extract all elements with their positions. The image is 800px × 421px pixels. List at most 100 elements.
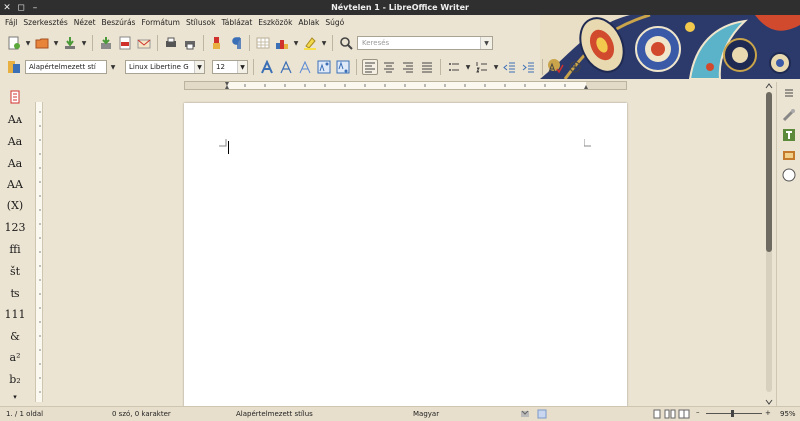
- align-justify-icon[interactable]: [419, 59, 435, 75]
- save-dropdown-icon[interactable]: ▼: [81, 35, 87, 51]
- menu-window[interactable]: Ablak: [296, 18, 323, 27]
- minimize-window-button[interactable]: –: [28, 0, 42, 15]
- search-input[interactable]: Keresés ▼: [357, 36, 493, 50]
- insert-table-icon[interactable]: [255, 35, 271, 51]
- zoom-out-button[interactable]: –: [696, 408, 700, 416]
- menu-file[interactable]: Fájl: [3, 18, 21, 27]
- char-item-12[interactable]: a²: [3, 348, 27, 366]
- font-size-dropdown-icon[interactable]: ▼: [237, 61, 247, 73]
- word-count: 0 szó, 0 karakter: [112, 410, 171, 418]
- bullet-list-dropdown-icon[interactable]: ▼: [465, 59, 471, 75]
- open-dropdown-icon[interactable]: ▼: [53, 35, 59, 51]
- bold-a-icon[interactable]: [259, 59, 275, 75]
- font-name-dropdown-icon[interactable]: ▼: [194, 61, 204, 73]
- gallery-icon[interactable]: [782, 148, 796, 162]
- insert-special-icon[interactable]: [567, 59, 583, 75]
- single-page-view-icon[interactable]: [652, 409, 662, 421]
- page-style-status[interactable]: Alapértelmezett stílus: [236, 410, 313, 418]
- document-area[interactable]: [46, 93, 764, 406]
- navigator-icon[interactable]: [782, 168, 796, 182]
- increase-indent-icon[interactable]: [521, 59, 537, 75]
- numbered-list-dropdown-icon[interactable]: ▼: [493, 59, 499, 75]
- highlight-icon[interactable]: [302, 35, 318, 51]
- subscript-icon[interactable]: [335, 59, 351, 75]
- paragraph-style-combo[interactable]: Alapértelmezett stí: [25, 60, 107, 74]
- menu-edit[interactable]: Szerkesztés: [21, 18, 71, 27]
- send-icon[interactable]: [136, 35, 152, 51]
- paragraph-style-dropdown-icon[interactable]: ▼: [110, 59, 116, 75]
- align-left-icon[interactable]: [362, 59, 378, 75]
- new-document-icon[interactable]: [6, 35, 22, 51]
- export-icon[interactable]: [98, 35, 114, 51]
- menu-tools[interactable]: Eszközök: [256, 18, 296, 27]
- horizontal-ruler[interactable]: [184, 81, 627, 90]
- zoom-slider-knob[interactable]: [731, 410, 734, 417]
- save-icon[interactable]: [62, 35, 78, 51]
- char-item-13[interactable]: b₂: [3, 370, 27, 388]
- insert-image-dropdown-icon[interactable]: ▼: [293, 35, 299, 51]
- char-item-2[interactable]: Aa: [3, 132, 27, 150]
- paragraph-style-value: Alapértelmezett stí: [29, 63, 96, 71]
- restore-window-button[interactable]: ◻: [14, 0, 28, 15]
- italic-a-icon[interactable]: [278, 59, 294, 75]
- insert-image-icon[interactable]: [274, 35, 290, 51]
- decrease-indent-icon[interactable]: [502, 59, 518, 75]
- menu-format[interactable]: Formátum: [139, 18, 184, 27]
- open-folder-icon[interactable]: [34, 35, 50, 51]
- clone-formatting-icon[interactable]: [209, 35, 225, 51]
- char-item-5[interactable]: (X): [3, 196, 27, 214]
- char-item-9[interactable]: ʦ: [3, 284, 27, 302]
- menu-help[interactable]: Súgó: [323, 18, 348, 27]
- font-size-combo[interactable]: 12 ▼: [212, 60, 248, 74]
- char-item-4[interactable]: AA: [3, 175, 27, 193]
- menu-table[interactable]: Táblázat: [219, 18, 256, 27]
- scroll-up-icon[interactable]: [764, 82, 774, 90]
- properties-icon[interactable]: [782, 108, 796, 122]
- outline-a-icon[interactable]: [297, 59, 313, 75]
- char-item-1[interactable]: Aᴀ: [3, 110, 27, 128]
- export-pdf-icon[interactable]: [117, 35, 133, 51]
- char-item-3[interactable]: Aa: [3, 154, 27, 172]
- highlight-dropdown-icon[interactable]: ▼: [321, 35, 327, 51]
- find-replace-icon[interactable]: [338, 35, 354, 51]
- numbered-list-icon[interactable]: [474, 59, 490, 75]
- font-name-combo[interactable]: Linux Libertine G ▼: [125, 60, 205, 74]
- menu-view[interactable]: Nézet: [72, 18, 100, 27]
- char-item-11[interactable]: &: [3, 327, 27, 345]
- zoom-slider[interactable]: [706, 413, 762, 414]
- digital-signature-icon[interactable]: [537, 409, 547, 421]
- document-page[interactable]: [184, 103, 627, 406]
- multi-page-view-icon[interactable]: [664, 409, 676, 421]
- close-window-button[interactable]: ✕: [0, 0, 14, 15]
- char-item-10[interactable]: 111: [3, 305, 27, 323]
- vertical-ruler[interactable]: [34, 82, 44, 406]
- styles-icon[interactable]: [782, 128, 796, 142]
- language-status[interactable]: Magyar: [413, 410, 439, 418]
- bullet-list-icon[interactable]: [446, 59, 462, 75]
- menu-styles[interactable]: Stílusok: [184, 18, 219, 27]
- zoom-level[interactable]: 95%: [780, 410, 796, 418]
- new-dropdown-icon[interactable]: ▼: [25, 35, 31, 51]
- print-icon[interactable]: [163, 35, 179, 51]
- book-view-icon[interactable]: [678, 409, 690, 421]
- char-item-6[interactable]: 123: [3, 218, 27, 236]
- pages-icon[interactable]: [3, 88, 27, 106]
- superscript-icon[interactable]: [316, 59, 332, 75]
- vertical-scrollbar[interactable]: [764, 82, 774, 406]
- styles-panel-icon[interactable]: [6, 59, 22, 75]
- formatting-marks-icon[interactable]: [228, 35, 244, 51]
- menu-insert[interactable]: Beszúrás: [100, 18, 140, 27]
- align-center-icon[interactable]: [381, 59, 397, 75]
- zoom-in-button[interactable]: +: [765, 409, 771, 417]
- char-item-8[interactable]: št: [3, 262, 27, 280]
- align-right-icon[interactable]: [400, 59, 416, 75]
- scroll-down-icon[interactable]: [764, 398, 774, 406]
- sidebar-menu-icon[interactable]: [782, 86, 796, 100]
- char-item-7[interactable]: ffi: [3, 240, 27, 258]
- scroll-thumb[interactable]: [766, 92, 772, 252]
- spelling-icon[interactable]: [548, 59, 564, 75]
- print-preview-icon[interactable]: [182, 35, 198, 51]
- standard-toolbar: ▼ ▼ ▼ ▼ ▼ Keresés ▼: [6, 32, 493, 54]
- search-dropdown-icon[interactable]: ▼: [480, 37, 492, 49]
- more-chars-icon[interactable]: ▾: [3, 392, 27, 402]
